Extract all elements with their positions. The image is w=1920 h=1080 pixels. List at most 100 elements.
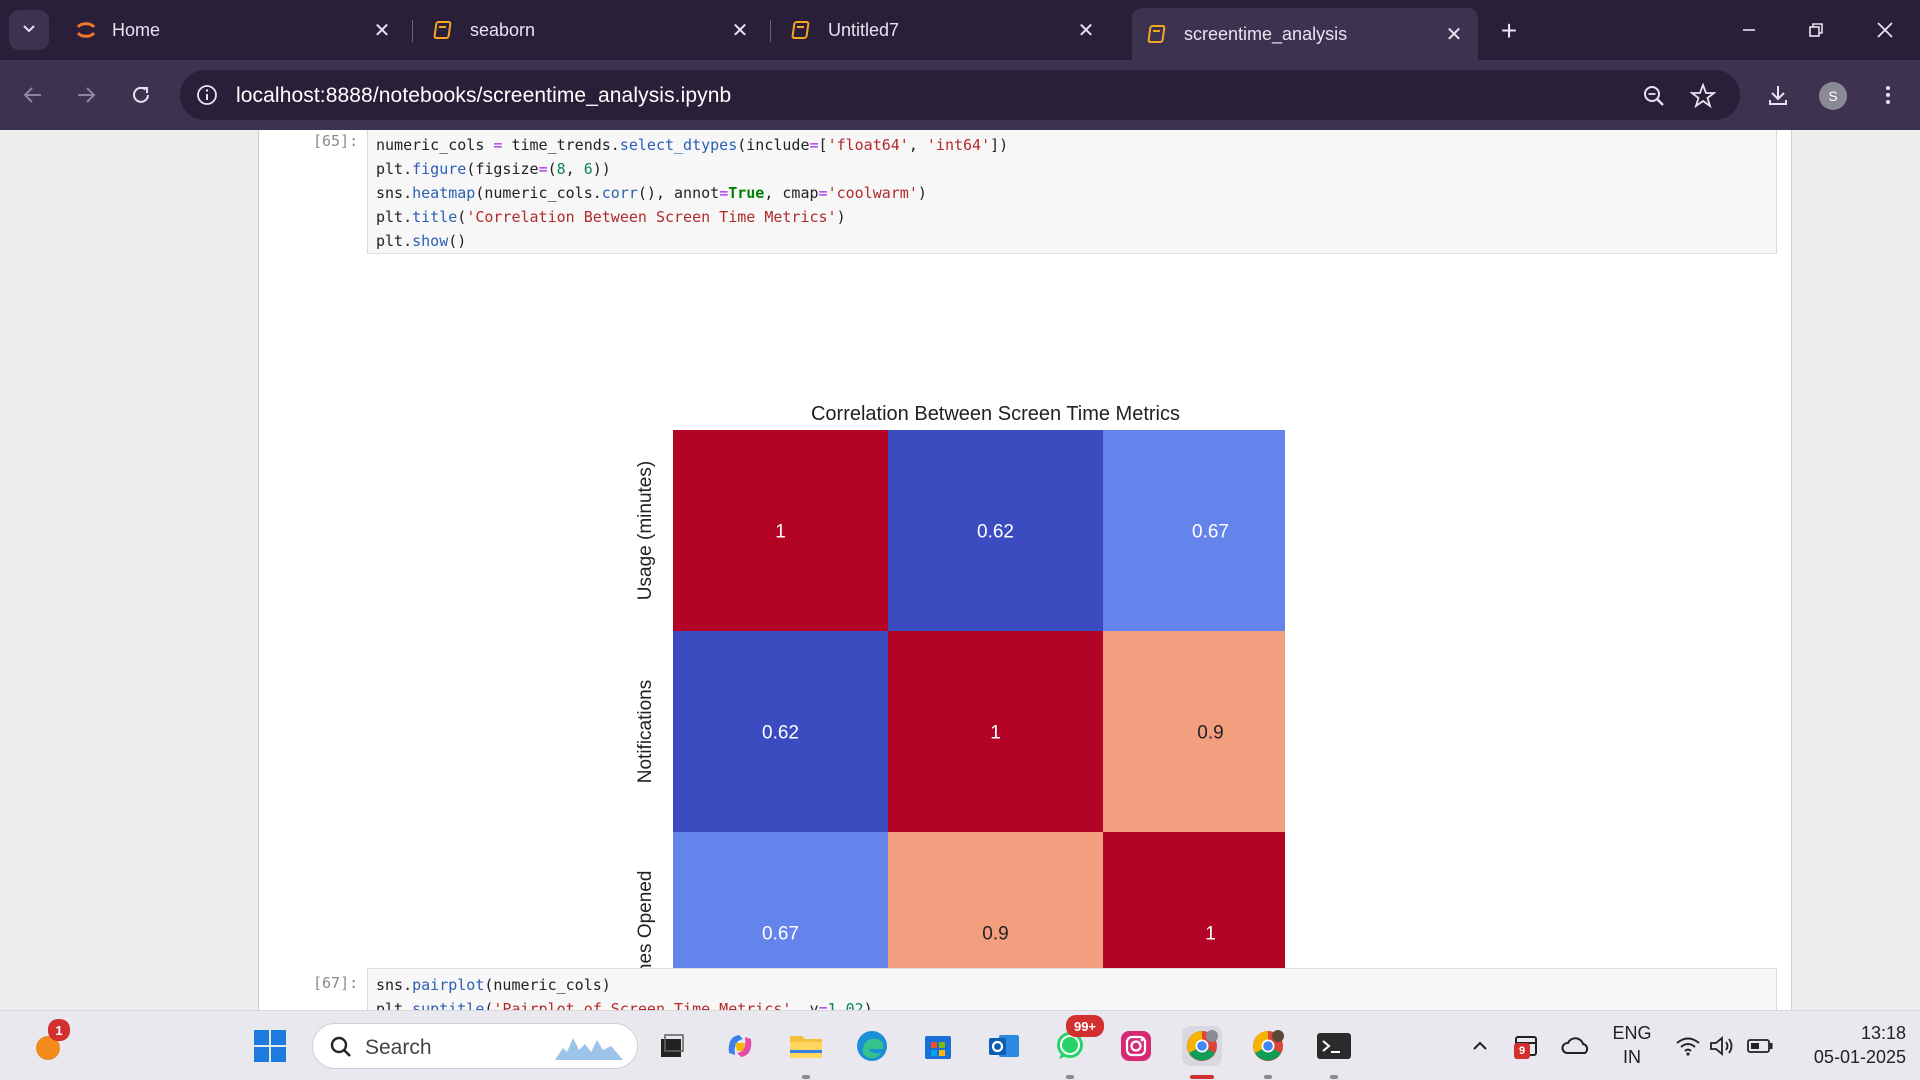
heatmap-annotation: 1 bbox=[775, 522, 786, 543]
close-window-button[interactable] bbox=[1862, 10, 1908, 50]
jupyter-icon bbox=[74, 18, 98, 42]
close-icon[interactable]: ✕ bbox=[1072, 16, 1100, 44]
microsoft-store-button[interactable] bbox=[918, 1026, 958, 1066]
tab-screentime-analysis[interactable]: screentime_analysis ✕ bbox=[1132, 8, 1478, 60]
chrome-icon bbox=[1187, 1030, 1218, 1061]
battery-icon bbox=[1747, 1039, 1773, 1053]
tab-title: screentime_analysis bbox=[1184, 23, 1348, 44]
arrow-left-icon bbox=[23, 87, 41, 103]
minimize-icon bbox=[1743, 29, 1755, 31]
taskbar-search[interactable]: Search bbox=[312, 1023, 638, 1069]
plus-icon: + bbox=[1500, 15, 1518, 46]
file-explorer-button[interactable] bbox=[786, 1026, 826, 1066]
chevron-up-icon bbox=[1473, 1041, 1487, 1050]
chrome-profile-s-button[interactable] bbox=[1182, 1026, 1222, 1066]
whatsapp-badge: 99+ bbox=[1066, 1015, 1104, 1037]
y-tick-label: Notifications bbox=[635, 680, 656, 784]
page-viewport: [65]: numeric_cols = time_trends.select_… bbox=[0, 130, 1920, 1010]
store-icon bbox=[925, 1036, 951, 1059]
back-button[interactable] bbox=[13, 75, 53, 115]
heatmap-annotation: 0.9 bbox=[982, 924, 1008, 945]
instagram-button[interactable] bbox=[1116, 1026, 1156, 1066]
heatmap-annotation: 0.62 bbox=[977, 522, 1014, 543]
start-button[interactable] bbox=[250, 1026, 290, 1066]
heatmap-figure: Correlation Between Screen Time Metrics 1… bbox=[635, 403, 1285, 1010]
bookmark-star-icon[interactable] bbox=[1689, 82, 1717, 110]
clock-time[interactable]: 13:18 bbox=[1826, 1023, 1906, 1044]
zoom-icon[interactable] bbox=[1640, 82, 1668, 110]
notebook-container: [65]: numeric_cols = time_trends.select_… bbox=[258, 130, 1792, 1010]
region-indicator[interactable]: IN bbox=[1608, 1047, 1656, 1068]
edge-button[interactable] bbox=[852, 1026, 892, 1066]
code-line: plt.suptitle('Pairplot of Screen Time Me… bbox=[376, 1000, 873, 1010]
tab-home[interactable]: Home ✕ bbox=[60, 8, 406, 52]
instagram-icon bbox=[1121, 1031, 1151, 1061]
edge-icon bbox=[857, 1031, 887, 1061]
outlook-button[interactable] bbox=[984, 1026, 1024, 1066]
search-icon bbox=[330, 1036, 351, 1057]
battery-tray-button[interactable] bbox=[1740, 1026, 1780, 1066]
onedrive-tray-button[interactable] bbox=[1556, 1026, 1596, 1066]
chrome-icon bbox=[1253, 1030, 1284, 1061]
heatmap-annotation: 1 bbox=[1205, 924, 1216, 945]
close-icon[interactable]: ✕ bbox=[1440, 20, 1468, 48]
cell-prompt: [65]: bbox=[313, 132, 359, 150]
reload-button[interactable] bbox=[121, 75, 161, 115]
tab-strip: Home ✕ seaborn ✕ Untitled7 ✕ screentime_… bbox=[0, 0, 1920, 60]
task-view-icon bbox=[661, 1034, 684, 1057]
restore-button[interactable] bbox=[1793, 10, 1839, 50]
notebook-icon bbox=[1146, 22, 1170, 46]
notebook-icon bbox=[432, 18, 456, 42]
folder-icon bbox=[790, 1036, 822, 1058]
tab-search-button[interactable] bbox=[9, 10, 49, 50]
tab-title: Home bbox=[112, 19, 161, 40]
close-icon[interactable]: ✕ bbox=[368, 16, 396, 44]
heatmap-annotation: 0.62 bbox=[762, 723, 799, 744]
close-icon bbox=[1877, 22, 1893, 38]
task-view-button[interactable] bbox=[652, 1026, 692, 1066]
active-indicator bbox=[1190, 1075, 1214, 1079]
volume-icon bbox=[1710, 1036, 1733, 1056]
code-cell-67[interactable]: sns.pairplot(numeric_cols) plt.suptitle(… bbox=[367, 968, 1777, 1010]
code-line: sns.pairplot(numeric_cols) bbox=[376, 976, 611, 994]
code-line: sns.heatmap(numeric_cols.corr(), annot=T… bbox=[376, 184, 927, 202]
clock-date[interactable]: 05-01-2025 bbox=[1786, 1047, 1906, 1068]
terminal-button[interactable] bbox=[1314, 1026, 1354, 1066]
chrome-profile-2-button[interactable] bbox=[1248, 1026, 1288, 1066]
outlook-icon bbox=[989, 1035, 1019, 1057]
running-indicator bbox=[1330, 1075, 1338, 1079]
minimize-button[interactable] bbox=[1726, 10, 1772, 50]
running-indicator bbox=[1264, 1075, 1272, 1079]
cell-prompt: [67]: bbox=[313, 974, 359, 992]
tab-separator bbox=[412, 20, 413, 42]
heatmap-annotation: 0.9 bbox=[1197, 723, 1223, 744]
close-icon[interactable]: ✕ bbox=[726, 16, 754, 44]
reload-icon bbox=[133, 86, 149, 103]
copilot-button[interactable] bbox=[720, 1026, 760, 1066]
tab-seaborn[interactable]: seaborn ✕ bbox=[418, 8, 764, 52]
url-text[interactable]: localhost:8888/notebooks/screentime_anal… bbox=[236, 84, 731, 108]
y-tick-label: Usage (minutes) bbox=[635, 461, 656, 600]
cloud-sync-icon bbox=[1561, 1037, 1589, 1054]
heatmap-cell bbox=[1103, 631, 1285, 832]
code-cell-65[interactable]: numeric_cols = time_trends.select_dtypes… bbox=[367, 130, 1777, 254]
code-line: plt.title('Correlation Between Screen Ti… bbox=[376, 208, 846, 226]
browser-menu-button[interactable] bbox=[1868, 75, 1908, 115]
new-tab-button[interactable]: + bbox=[1492, 14, 1526, 48]
info-icon[interactable] bbox=[194, 82, 220, 108]
tab-title: Untitled7 bbox=[828, 19, 900, 40]
copilot-icon bbox=[728, 1035, 752, 1057]
more-vertical-icon bbox=[1886, 86, 1890, 104]
notebook-icon bbox=[790, 18, 814, 42]
tab-untitled7[interactable]: Untitled7 ✕ bbox=[776, 8, 1110, 52]
tray-overflow-button[interactable] bbox=[1460, 1026, 1500, 1066]
profile-avatar[interactable]: S bbox=[1819, 82, 1847, 110]
download-button[interactable] bbox=[1758, 75, 1798, 115]
windows-taskbar: 1 Search 99+ 9 ENG IN 13:18 05-01-2025 bbox=[0, 1010, 1920, 1080]
language-indicator[interactable]: ENG bbox=[1608, 1023, 1656, 1044]
volume-tray-button[interactable] bbox=[1702, 1026, 1742, 1066]
forward-button[interactable] bbox=[66, 75, 106, 115]
address-bar[interactable]: localhost:8888/notebooks/screentime_anal… bbox=[180, 70, 1740, 120]
search-highlight-icon bbox=[555, 1038, 623, 1060]
terminal-icon bbox=[1317, 1033, 1351, 1059]
